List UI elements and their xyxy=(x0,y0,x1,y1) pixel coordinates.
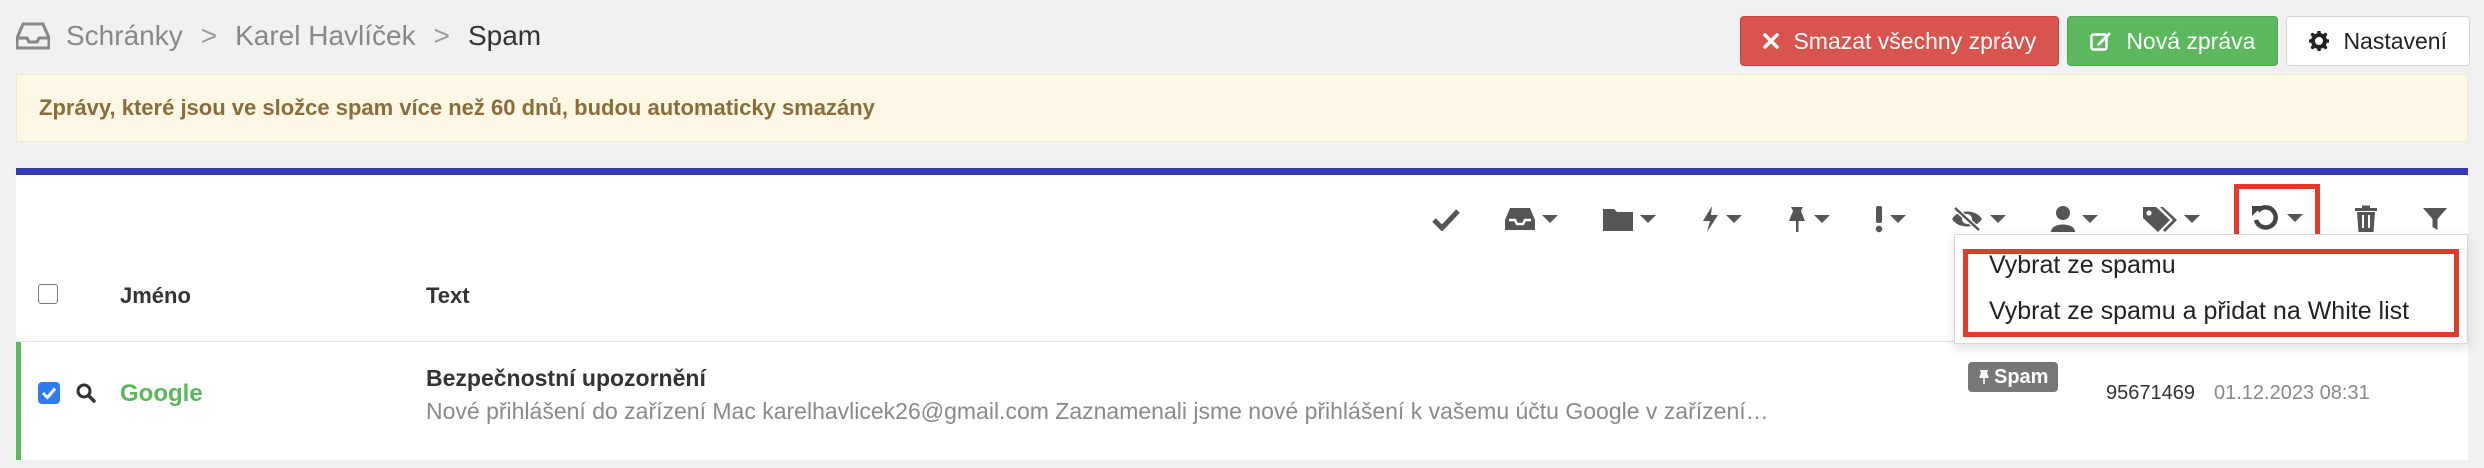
message-date: 01.12.2023 08:31 xyxy=(2214,382,2370,404)
chevron-down-icon xyxy=(2184,215,2200,223)
user-icon xyxy=(2051,206,2075,232)
chevron-down-icon xyxy=(1890,215,1906,223)
breadcrumb: Schránky > Karel Havlíček > Spam xyxy=(16,14,541,58)
chevron-down-icon xyxy=(1640,215,1656,223)
column-header-name[interactable]: Jméno xyxy=(120,283,191,309)
alert-text: Zprávy, které jsou ve složce spam více n… xyxy=(39,95,875,120)
pin-icon xyxy=(1979,370,1989,384)
delete-all-messages-button[interactable]: Smazat všechny zprávy xyxy=(1740,16,2060,66)
chevron-down-icon xyxy=(1814,215,1830,223)
exclamation-icon xyxy=(1875,206,1883,233)
breadcrumb-separator: > xyxy=(433,20,450,51)
filter-icon xyxy=(2423,208,2447,230)
message-id: 95671469 xyxy=(2106,382,2195,404)
column-header-text[interactable]: Text xyxy=(426,283,470,309)
table-row[interactable]: Google Bezpečnostní upozornění Nové přih… xyxy=(16,342,2468,460)
chevron-down-icon xyxy=(1726,215,1742,223)
chevron-down-icon xyxy=(1990,215,2006,223)
tags-icon xyxy=(2143,207,2177,232)
sender-name[interactable]: Google xyxy=(120,380,203,408)
delete-all-label: Smazat všechny zprávy xyxy=(1793,27,2037,54)
menu-item-restore-and-whitelist[interactable]: Vybrat ze spamu a přidat na White list xyxy=(1989,297,2409,326)
mark-read-button[interactable] xyxy=(1422,197,1470,241)
chevron-down-icon xyxy=(2287,214,2303,222)
breadcrumb-item-user[interactable]: Karel Havlíček xyxy=(235,20,416,52)
header-actions: Smazat všechny zprávy Nová zpráva Nastav… xyxy=(1740,16,2470,66)
row-checkbox[interactable] xyxy=(38,382,60,404)
eye-slash-icon xyxy=(1952,206,1982,232)
message-subject[interactable]: Bezpečnostní upozornění xyxy=(426,365,706,392)
trash-icon xyxy=(2355,205,2377,232)
gear-icon xyxy=(2309,31,2330,51)
bolt-icon xyxy=(1703,206,1718,232)
new-message-label: Nová zpráva xyxy=(2126,27,2256,54)
priority-dropdown[interactable] xyxy=(1864,197,1916,241)
edit-icon xyxy=(2090,32,2112,51)
message-preview[interactable]: Nové přihlášení do zařízení Mac karelhav… xyxy=(426,398,1769,425)
breadcrumb-separator: > xyxy=(200,20,218,51)
undo-icon xyxy=(2252,205,2278,230)
breadcrumb-item-mailboxes[interactable]: Schránky xyxy=(66,20,183,52)
chevron-down-icon xyxy=(2082,215,2098,223)
close-icon xyxy=(1763,33,1780,49)
move-to-inbox-dropdown[interactable] xyxy=(1494,197,1568,241)
new-message-button[interactable]: Nová zpráva xyxy=(2067,16,2279,66)
status-badge-label: Spam xyxy=(1994,365,2049,388)
pin-icon xyxy=(1789,207,1805,232)
quick-actions-dropdown[interactable] xyxy=(1690,197,1752,241)
menu-item-restore-from-spam[interactable]: Vybrat ze spamu xyxy=(1989,251,2176,280)
check-icon xyxy=(41,387,57,400)
row-unread-indicator xyxy=(16,342,21,460)
folder-icon xyxy=(1603,209,1633,231)
inbox-icon xyxy=(1505,208,1535,230)
pin-dropdown[interactable] xyxy=(1776,197,1840,241)
select-all-checkbox[interactable] xyxy=(38,284,58,304)
move-to-folder-dropdown[interactable] xyxy=(1592,197,1666,241)
chevron-down-icon xyxy=(1542,215,1558,223)
search-icon[interactable] xyxy=(76,383,96,403)
inbox-icon xyxy=(16,22,50,50)
spam-retention-alert: Zprávy, které jsou ve složce spam více n… xyxy=(16,74,2468,142)
restore-dropdown-menu: Vybrat ze spamu Vybrat ze spamu a přidat… xyxy=(1954,234,2468,344)
status-badge: Spam xyxy=(1968,362,2059,392)
check-icon xyxy=(1432,209,1460,231)
breadcrumb-current: Spam xyxy=(467,20,542,51)
settings-label: Nastavení xyxy=(2343,27,2447,54)
settings-button[interactable]: Nastavení xyxy=(2286,16,2470,66)
